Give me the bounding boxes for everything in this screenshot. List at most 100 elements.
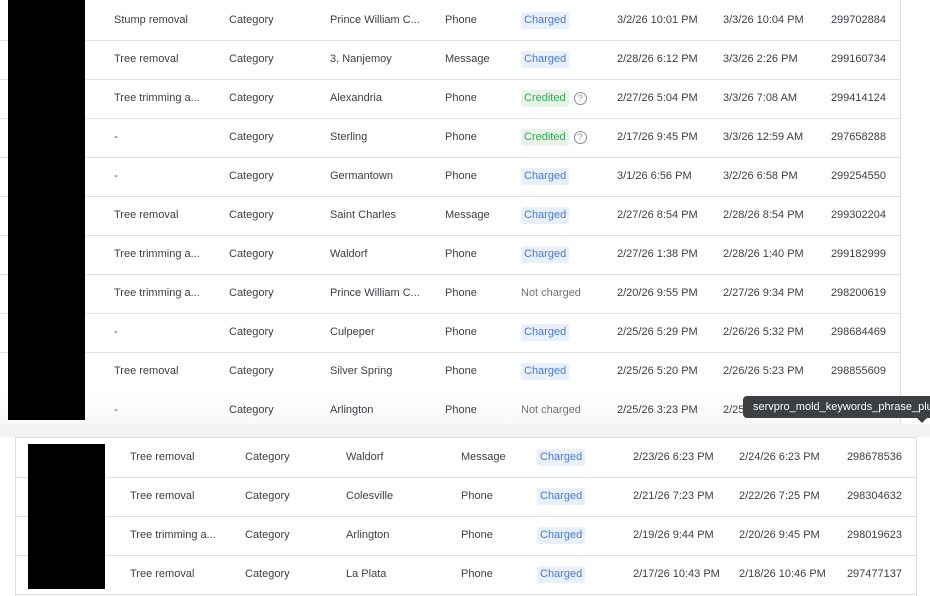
table-row[interactable]: - Category Culpeper Phone Charged 2/25/26 5:2… bbox=[0, 313, 900, 353]
category-cell: Category bbox=[229, 248, 274, 260]
lead-type-cell: Message bbox=[445, 209, 490, 221]
keyword-cell: Stump removal bbox=[114, 14, 188, 26]
table-row[interactable]: Tree trimming a... Category Alexandria Phon… bbox=[0, 79, 900, 119]
lead-type-cell: Phone bbox=[461, 529, 493, 541]
lead-id-cell: 298019623 bbox=[846, 529, 902, 541]
keyword-cell: Tree trimming a... bbox=[114, 92, 200, 104]
lead-id-cell: 297658288 bbox=[830, 131, 886, 143]
table-row[interactable]: - Category Germantown Phone Charged 3/1/26 6:… bbox=[0, 157, 900, 197]
lead-id-cell: 299182999 bbox=[830, 248, 886, 260]
location-cell: Silver Spring bbox=[330, 365, 393, 377]
keyword-tooltip: servpro_mold_keywords_phrase_plu bbox=[743, 396, 930, 418]
help-circle-icon[interactable]: ? bbox=[573, 131, 587, 144]
location-cell: Arlington bbox=[346, 529, 390, 541]
lead-type-cell: Phone bbox=[445, 287, 477, 299]
category-cell: Category bbox=[245, 451, 290, 463]
charge-time-cell: 2/28/26 8:54 PM bbox=[723, 209, 804, 221]
status-badge: Charged bbox=[537, 566, 586, 583]
lead-time-cell: 3/1/26 6:56 PM bbox=[617, 170, 692, 182]
charge-status-cell: Charged bbox=[537, 438, 586, 477]
leads-table-top: Stump removal Category Prince William C...… bbox=[0, 0, 901, 424]
charge-time-cell: 3/3/26 10:04 PM bbox=[723, 14, 804, 26]
status-badge: Charged bbox=[521, 324, 570, 341]
table-row[interactable]: Tree trimming a... Category Waldorf Phone Ch… bbox=[0, 235, 900, 275]
charge-status-cell: Charged bbox=[537, 477, 586, 516]
redacted-block bbox=[28, 444, 105, 589]
table-row[interactable]: Tree removal Category La Plata Phone Charged… bbox=[16, 555, 916, 595]
location-cell: Prince William C... bbox=[330, 14, 420, 26]
charge-time-cell: 2/24/26 6:23 PM bbox=[739, 451, 820, 463]
lead-time-cell: 2/27/26 5:04 PM bbox=[617, 92, 698, 104]
keyword-cell: Tree trimming a... bbox=[114, 287, 200, 299]
status-badge: Credited bbox=[521, 90, 569, 107]
table-row[interactable]: Stump removal Category Prince William C...… bbox=[0, 1, 900, 41]
charge-status-cell: Not charged bbox=[521, 274, 581, 313]
charge-time-cell: 2/25 bbox=[723, 404, 745, 416]
charge-status-cell: Charged bbox=[537, 516, 586, 555]
table-row[interactable]: Tree removal Category Waldorf Message Charge… bbox=[16, 438, 916, 478]
help-circle-icon[interactable]: ? bbox=[573, 92, 587, 105]
category-cell: Category bbox=[229, 326, 274, 338]
lead-type-cell: Phone bbox=[445, 404, 477, 416]
status-badge: Charged bbox=[537, 488, 586, 505]
lead-id-cell: 298684469 bbox=[830, 326, 886, 338]
table-row[interactable]: Tree removal Category 3, Nanjemoy Message Ch… bbox=[0, 40, 900, 80]
lead-type-cell: Phone bbox=[461, 568, 493, 580]
category-cell: Category bbox=[229, 131, 274, 143]
status-badge: Charged bbox=[521, 168, 570, 185]
table-row[interactable]: Tree removal Category Silver Spring Phone Ch… bbox=[0, 352, 900, 392]
keyword-cell: - bbox=[114, 326, 118, 338]
leads-table-bottom: Tree removal Category Waldorf Message Charge… bbox=[15, 437, 917, 596]
status-badge: Not charged bbox=[521, 287, 581, 299]
lead-time-cell: 2/21/26 7:23 PM bbox=[633, 490, 714, 502]
charge-time-cell: 2/18/26 10:46 PM bbox=[739, 568, 826, 580]
charge-status-cell: Charged bbox=[521, 196, 570, 235]
table-row[interactable]: Tree removal Category Saint Charles Message… bbox=[0, 196, 900, 236]
category-cell: Category bbox=[229, 92, 274, 104]
status-badge: Charged bbox=[521, 246, 570, 263]
status-badge: Charged bbox=[521, 207, 570, 224]
lead-time-cell: 2/17/26 10:43 PM bbox=[633, 568, 720, 580]
status-badge: Charged bbox=[521, 363, 570, 380]
charge-time-cell: 2/22/26 7:25 PM bbox=[739, 490, 820, 502]
lead-id-cell: 299702884 bbox=[830, 14, 886, 26]
lead-time-cell: 2/25/26 5:20 PM bbox=[617, 365, 698, 377]
keyword-cell: Tree removal bbox=[114, 53, 179, 65]
charge-status-cell: Charged bbox=[521, 40, 570, 79]
charge-time-cell: 3/3/26 12:59 AM bbox=[723, 131, 804, 143]
location-cell: Arlington bbox=[330, 404, 374, 416]
category-cell: Category bbox=[229, 53, 274, 65]
lead-type-cell: Message bbox=[445, 53, 490, 65]
lead-time-cell: 3/2/26 10:01 PM bbox=[617, 14, 698, 26]
lead-id-cell: 299160734 bbox=[830, 53, 886, 65]
table-row[interactable]: Tree trimming a... Category Arlington Phone… bbox=[16, 516, 916, 556]
location-cell: Waldorf bbox=[346, 451, 384, 463]
charge-status-cell: Charged bbox=[521, 1, 570, 40]
keyword-cell: - bbox=[114, 131, 118, 143]
lead-id-cell: 299254550 bbox=[830, 170, 886, 182]
lead-id-cell: 298200619 bbox=[830, 287, 886, 299]
table-row[interactable]: Tree removal Category Colesville Phone Charg… bbox=[16, 477, 916, 517]
category-cell: Category bbox=[245, 490, 290, 502]
lead-time-cell: 2/25/26 5:29 PM bbox=[617, 326, 698, 338]
table-row[interactable]: Tree trimming a... Category Prince William… bbox=[0, 274, 900, 314]
lead-time-cell: 2/23/26 6:23 PM bbox=[633, 451, 714, 463]
keyword-cell: - bbox=[114, 170, 118, 182]
charge-status-cell: Not charged bbox=[521, 391, 581, 424]
charge-time-cell: 2/26/26 5:23 PM bbox=[723, 365, 804, 377]
keyword-cell: Tree removal bbox=[130, 490, 195, 502]
table-row[interactable]: - Category Sterling Phone Credited? 2/17/26 9… bbox=[0, 118, 900, 158]
charge-status-cell: Charged bbox=[521, 157, 570, 196]
lead-id-cell: 297477137 bbox=[846, 568, 902, 580]
panel-gap bbox=[0, 424, 930, 437]
lead-time-cell: 2/19/26 9:44 PM bbox=[633, 529, 714, 541]
location-cell: Alexandria bbox=[330, 92, 382, 104]
lead-id-cell: 298678536 bbox=[846, 451, 902, 463]
charge-time-cell: 2/28/26 1:40 PM bbox=[723, 248, 804, 260]
status-badge: Charged bbox=[537, 527, 586, 544]
lead-time-cell: 2/28/26 6:12 PM bbox=[617, 53, 698, 65]
charge-status-cell: Charged bbox=[521, 235, 570, 274]
lead-time-cell: 2/20/26 9:55 PM bbox=[617, 287, 698, 299]
location-cell: Culpeper bbox=[330, 326, 375, 338]
keyword-cell: Tree removal bbox=[130, 451, 195, 463]
